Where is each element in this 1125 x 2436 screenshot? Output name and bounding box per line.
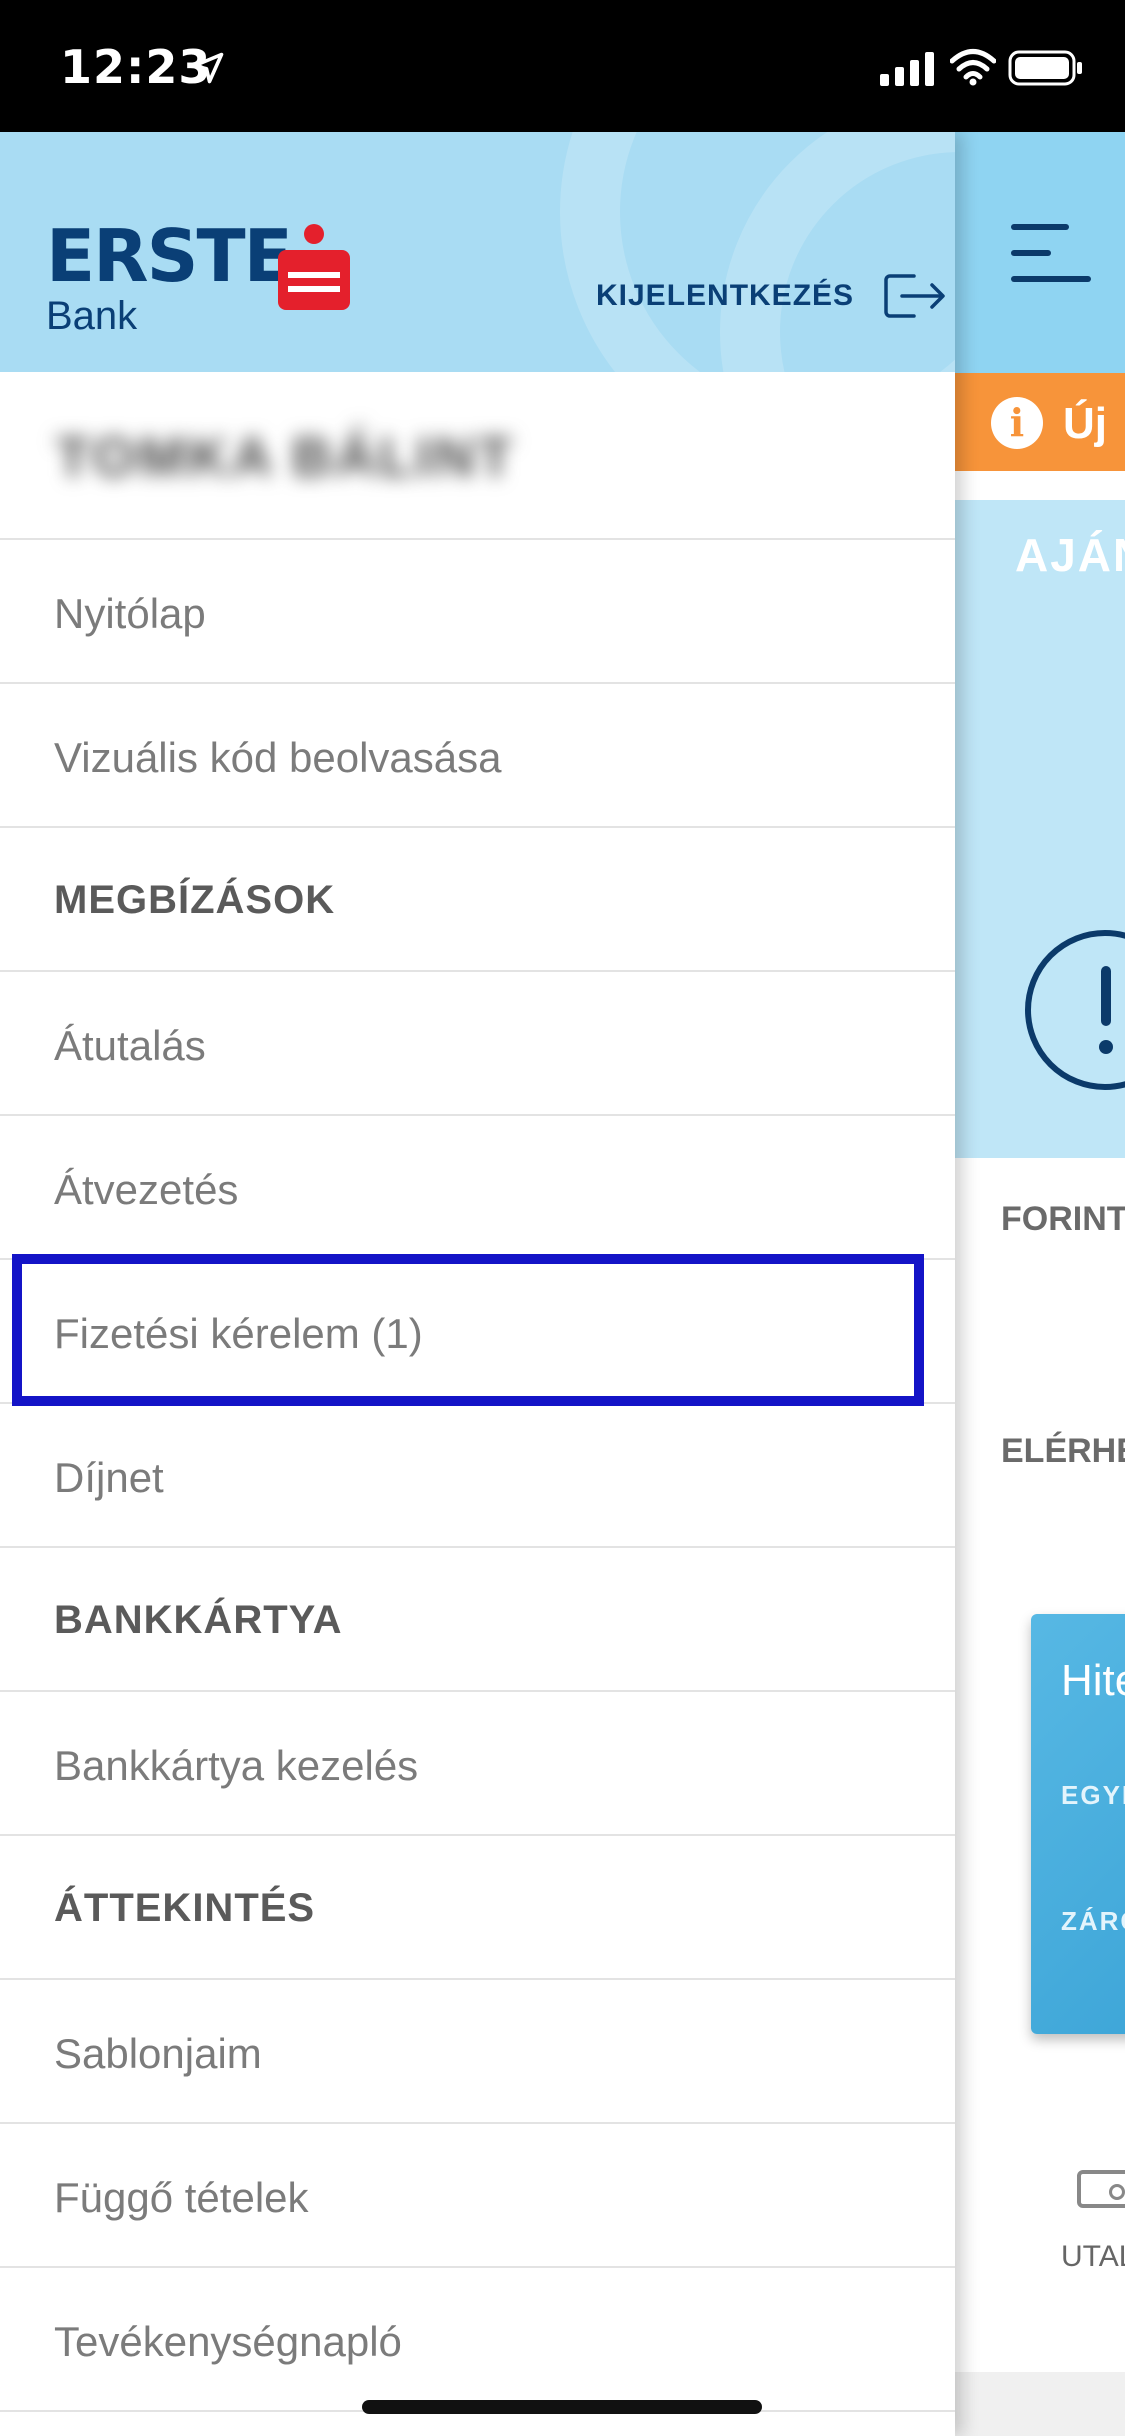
battery-icon xyxy=(1008,50,1082,86)
menu-item-transfer[interactable]: Átutalás xyxy=(0,972,955,1116)
menu-item-label: Díjnet xyxy=(54,1454,164,1501)
logout-button[interactable]: KIJELENTKEZÉS xyxy=(596,272,948,320)
logo-subtitle: Bank xyxy=(46,294,138,338)
logout-icon xyxy=(884,274,945,318)
hamburger-menu-icon[interactable] xyxy=(1011,224,1091,284)
menu-item-pending-items[interactable]: Függő tételek xyxy=(0,2124,955,2268)
menu-item-label: Vizuális kód beolvasása xyxy=(54,734,502,781)
section-label: BANKKÁRTYA xyxy=(54,1598,343,1642)
available-balance-label: ELÉRHE xyxy=(1001,1432,1125,1470)
logout-label: KIJELENTKEZÉS xyxy=(596,279,855,312)
menu-item-activity-log[interactable]: Tevékenységnapló xyxy=(0,2268,955,2412)
section-label: MEGBÍZÁSOK xyxy=(54,878,336,922)
menu-item-internal-transfer[interactable]: Átvezetés xyxy=(0,1116,955,1260)
navigation-drawer: ERSTE Bank KIJELENTKEZÉS TOMKA BÁLINT Ny… xyxy=(0,132,955,2436)
main-footer xyxy=(955,2372,1125,2436)
home-indicator[interactable] xyxy=(362,2400,762,2414)
status-bar: 12:23 xyxy=(0,0,1125,132)
menu-item-label: Sablonjaim xyxy=(54,2030,262,2077)
offer-panel: AJÁN xyxy=(955,500,1125,1158)
menu-item-dijnet[interactable]: Díjnet xyxy=(0,1404,955,1548)
menu-item-label: Függő tételek xyxy=(54,2174,309,2221)
menu-item-label: Bankkártya kezelés xyxy=(54,1742,419,1789)
transfer-shortcut-label[interactable]: UTAL xyxy=(1061,2240,1125,2274)
user-profile-row: TOMKA BÁLINT xyxy=(0,372,955,540)
menu-item-templates[interactable]: Sablonjaim xyxy=(0,1980,955,2124)
menu-item-label: Tevékenységnapló xyxy=(54,2318,402,2365)
menu-item-label: Átvezetés xyxy=(54,1166,239,1213)
main-screen: i Új AJÁN FORINT ELÉRHE Hite EGYE ZÁRÓ U… xyxy=(955,132,1125,2436)
notice-banner[interactable]: i Új xyxy=(955,373,1125,471)
menu-item-card-management[interactable]: Bankkártya kezelés xyxy=(0,1692,955,1836)
forint-account-label: FORINT xyxy=(1001,1200,1125,1238)
logo-wordmark: ERSTE xyxy=(46,214,293,298)
drawer-header: ERSTE Bank KIJELENTKEZÉS xyxy=(0,132,955,372)
user-name: TOMKA BÁLINT xyxy=(56,425,516,488)
wallet-icon[interactable] xyxy=(1077,2170,1125,2208)
menu-item-visual-code-scan[interactable]: Vizuális kód beolvasása xyxy=(0,684,955,828)
section-header-orders: MEGBÍZÁSOK xyxy=(0,828,955,972)
location-arrow-icon xyxy=(192,52,224,84)
cellular-signal-icon xyxy=(880,52,934,86)
status-time: 12:23 xyxy=(60,40,212,94)
menu-item-label: Nyitólap xyxy=(54,590,206,637)
highlight-box xyxy=(12,1254,924,1406)
credit-card-tile[interactable]: Hite EGYE ZÁRÓ xyxy=(1031,1614,1125,2034)
card-title: Hite xyxy=(1061,1656,1125,1705)
card-line-1: EGYE xyxy=(1061,1780,1125,1810)
erste-bank-logo: ERSTE Bank xyxy=(46,214,350,339)
section-header-overview: ÁTTEKINTÉS xyxy=(0,1836,955,1980)
menu-item-home[interactable]: Nyitólap xyxy=(0,540,955,684)
erste-s-symbol-icon xyxy=(278,224,350,310)
notice-text: Új xyxy=(1063,399,1107,448)
offer-title: AJÁN xyxy=(1015,529,1125,581)
exclamation-circle-icon xyxy=(1025,930,1125,1090)
section-header-bank-card: BANKKÁRTYA xyxy=(0,1548,955,1692)
card-line-2: ZÁRÓ xyxy=(1061,1906,1125,1936)
wifi-icon xyxy=(950,49,996,86)
main-header xyxy=(955,132,1125,373)
section-label: ÁTTEKINTÉS xyxy=(54,1886,316,1930)
menu-item-label: Átutalás xyxy=(54,1022,206,1069)
info-icon: i xyxy=(991,397,1043,449)
